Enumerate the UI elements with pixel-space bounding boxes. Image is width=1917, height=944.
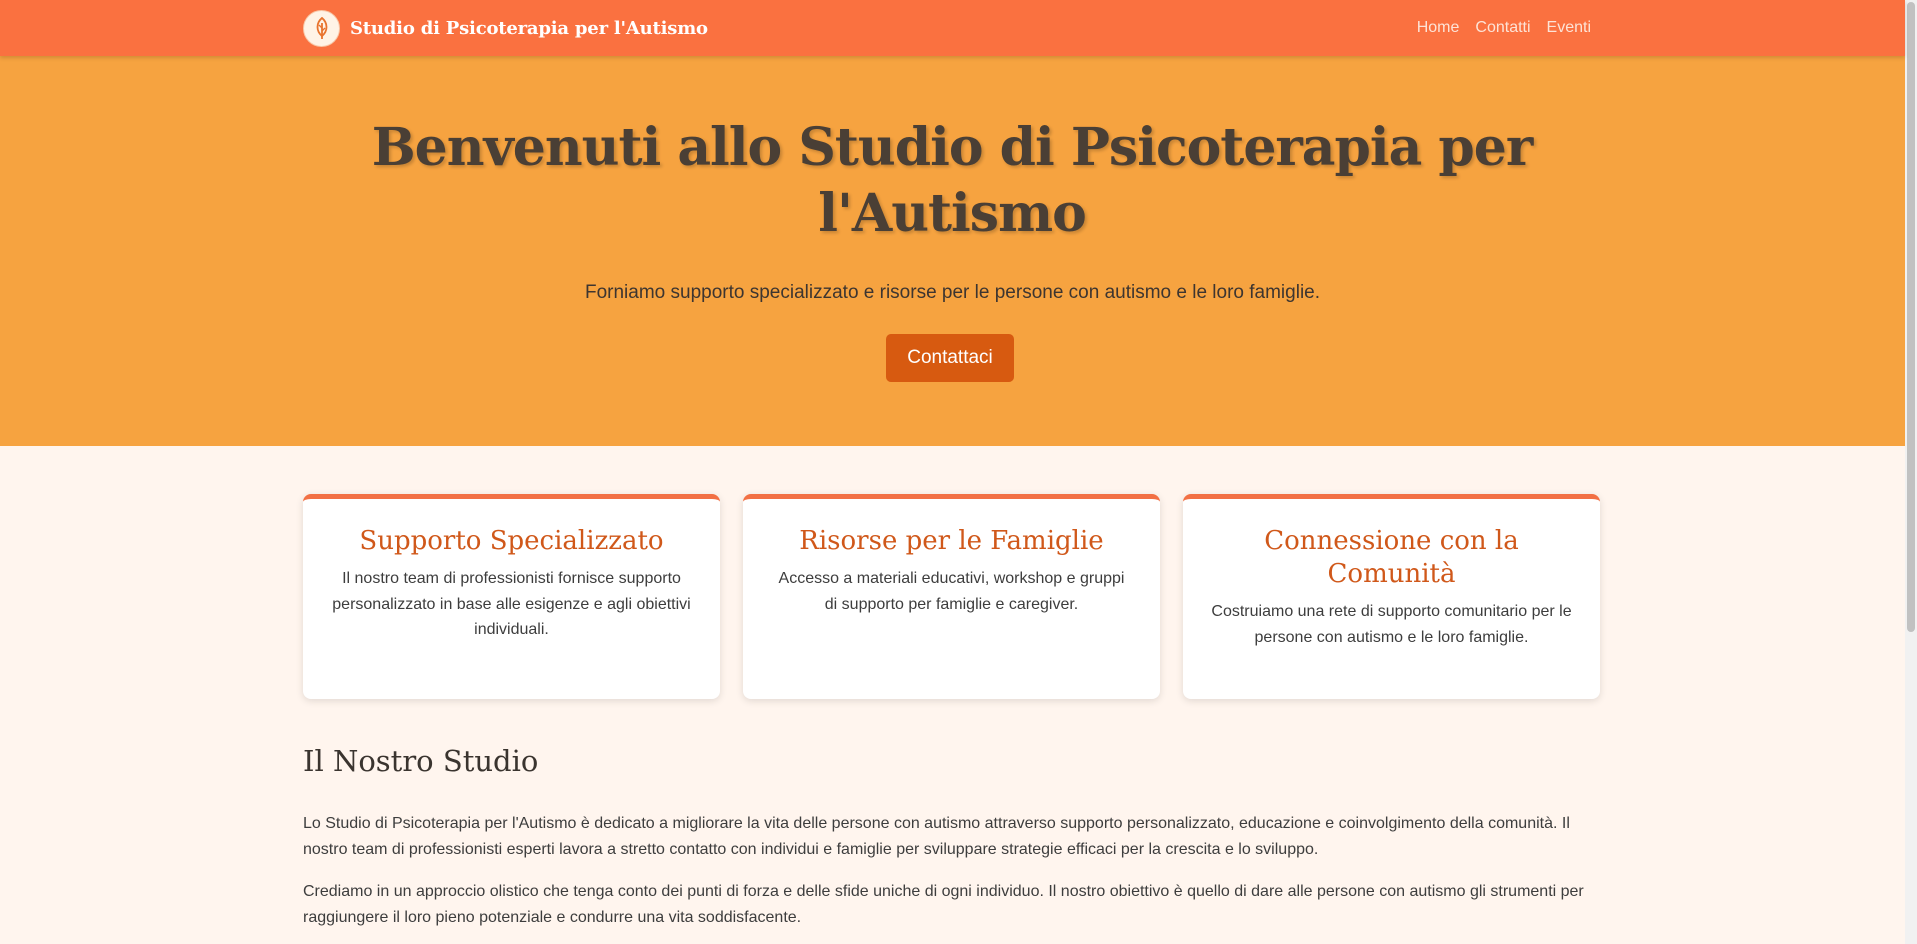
feature-cards: Supporto Specializzato Il nostro team di… bbox=[303, 494, 1600, 699]
top-navbar: Studio di Psicoterapia per l'Autismo Hom… bbox=[0, 0, 1905, 56]
scrollbar-thumb[interactable] bbox=[1907, 2, 1915, 632]
about-paragraph-1: Lo Studio di Psicoterapia per l'Autismo … bbox=[303, 815, 1570, 858]
about-paragraph-2: Crediamo in un approccio olistico che te… bbox=[303, 883, 1584, 926]
card-title: Connessione con la Comunità bbox=[1264, 526, 1519, 589]
brand-link[interactable]: Studio di Psicoterapia per l'Autismo bbox=[303, 9, 708, 47]
card-text: Accesso a materiali educativi, workshop … bbox=[778, 570, 1125, 613]
nav-link-contatti[interactable]: Contatti bbox=[1475, 19, 1530, 37]
feature-card-supporto: Supporto Specializzato Il nostro team di… bbox=[303, 494, 720, 699]
feature-card-comunita: Connessione con la Comunità Costruiamo u… bbox=[1183, 494, 1600, 699]
nav-links: Home Contatti Eventi bbox=[1417, 0, 1591, 56]
brand-title: Studio di Psicoterapia per l'Autismo bbox=[350, 17, 708, 39]
hero-section: Benvenuti allo Studio di Psicoterapia pe… bbox=[0, 56, 1905, 446]
nav-link-home[interactable]: Home bbox=[1417, 19, 1460, 37]
card-text: Costruiamo una rete di supporto comunita… bbox=[1211, 603, 1572, 646]
page-scrollbar[interactable] bbox=[1905, 0, 1917, 944]
hero-subtitle: Forniamo supporto specializzato e risors… bbox=[584, 282, 1321, 303]
card-title: Supporto Specializzato bbox=[359, 526, 664, 556]
card-title: Risorse per le Famiglie bbox=[799, 526, 1104, 556]
feature-card-risorse: Risorse per le Famiglie Accesso a materi… bbox=[743, 494, 1160, 699]
contact-button[interactable]: Contattaci bbox=[886, 334, 1014, 382]
tree-logo-icon bbox=[303, 9, 340, 47]
hero-title: Benvenuti allo Studio di Psicoterapia pe… bbox=[371, 117, 1534, 244]
nav-link-eventi[interactable]: Eventi bbox=[1547, 19, 1591, 37]
card-text: Il nostro team di professionisti fornisc… bbox=[332, 570, 691, 638]
about-title: Il Nostro Studio bbox=[303, 744, 539, 778]
